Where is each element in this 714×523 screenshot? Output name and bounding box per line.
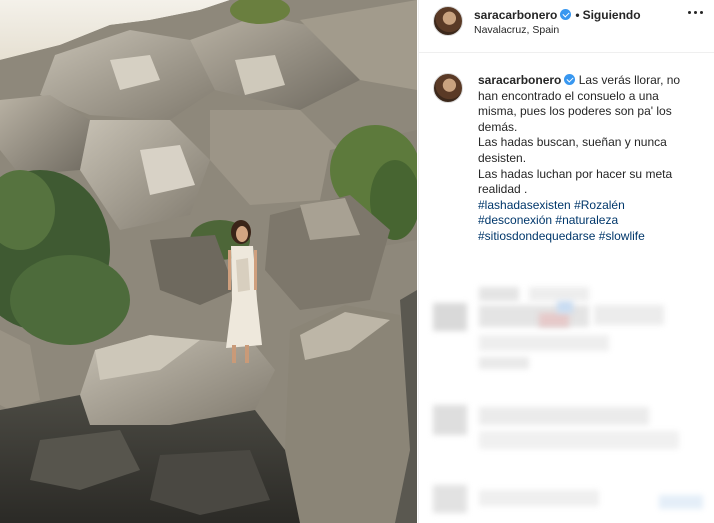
hashtag-link[interactable]: #sitiosdondequedarse: [478, 229, 595, 243]
rocky-landscape-image: [0, 0, 417, 523]
caption-line-3: Las hadas luchan por hacer su meta reali…: [478, 166, 673, 197]
verified-badge-icon: [560, 9, 572, 20]
post-author: saracarbonero • Siguiendo: [474, 8, 641, 22]
username-link[interactable]: saracarbonero: [474, 8, 557, 22]
caption-line-1: saracarbonero Las verás llorar, no han e…: [478, 73, 700, 135]
hashtag-link[interactable]: #Rozalén: [574, 198, 625, 212]
caption-line-2: Las hadas buscan, sueñan y nunca desiste…: [478, 135, 667, 165]
hashtag-list: #lashadasexisten #Rozalén #desconexión #…: [478, 198, 700, 245]
post-photo[interactable]: [0, 0, 417, 523]
hashtag-link[interactable]: #naturaleza: [555, 213, 618, 227]
following-button[interactable]: Siguiendo: [583, 8, 641, 22]
caption: saracarbonero Las verás llorar, no han e…: [419, 53, 714, 245]
post-details-panel: saracarbonero • Siguiendo Navalacruz, Spai…: [418, 0, 714, 523]
avatar[interactable]: [433, 6, 463, 36]
verified-badge-icon: [564, 74, 576, 85]
hashtag-link[interactable]: #slowlife: [599, 229, 645, 243]
hashtag-link[interactable]: #desconexión: [478, 213, 552, 227]
separator-dot: •: [575, 8, 580, 22]
caption-username[interactable]: saracarbonero: [478, 73, 561, 87]
ellipsis-icon[interactable]: [688, 11, 704, 17]
hashtag-link[interactable]: #lashadasexisten: [478, 198, 571, 212]
caption-avatar[interactable]: [433, 73, 463, 103]
location-link[interactable]: Navalacruz, Spain: [474, 24, 559, 36]
post-header: saracarbonero • Siguiendo Navalacruz, Spai…: [419, 0, 714, 53]
blurred-comments: [419, 285, 714, 523]
caption-text: saracarbonero Las verás llorar, no han e…: [478, 73, 700, 245]
